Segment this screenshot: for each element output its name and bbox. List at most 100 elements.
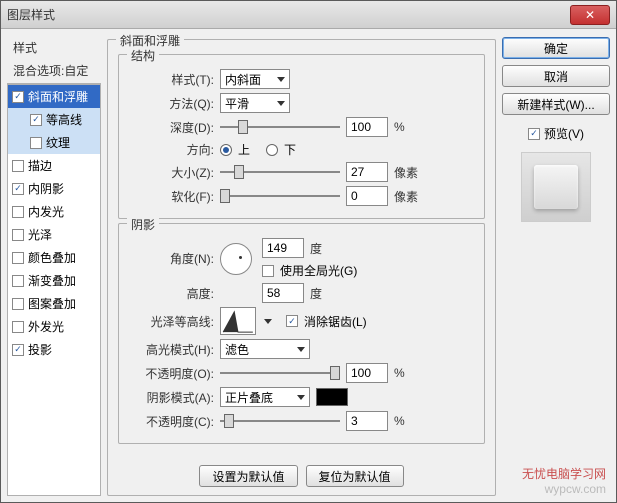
shadow-mode-label: 阴影模式(A):	[129, 389, 214, 406]
style-item-checkbox[interactable]	[12, 160, 24, 172]
antialias-checkbox[interactable]	[286, 315, 298, 327]
style-item-checkbox[interactable]	[12, 183, 24, 195]
new-style-button[interactable]: 新建样式(W)...	[502, 93, 610, 115]
style-item-checkbox[interactable]	[30, 137, 42, 149]
style-item-checkbox[interactable]	[12, 91, 24, 103]
style-item[interactable]: 光泽	[8, 223, 100, 246]
direction-label: 方向:	[129, 141, 214, 158]
style-item-checkbox[interactable]	[12, 321, 24, 333]
highlight-mode-label: 高光模式(H):	[129, 341, 214, 358]
style-item-checkbox[interactable]	[12, 298, 24, 310]
depth-slider[interactable]	[220, 119, 340, 135]
style-item[interactable]: 内发光	[8, 200, 100, 223]
altitude-unit: 度	[310, 285, 322, 302]
global-light-checkbox[interactable]	[262, 265, 274, 277]
style-item-checkbox[interactable]	[12, 344, 24, 356]
soften-unit: 像素	[394, 188, 418, 205]
shadow-opacity-label: 不透明度(C):	[129, 413, 214, 430]
style-item[interactable]: 颜色叠加	[8, 246, 100, 269]
chevron-down-icon	[277, 77, 285, 82]
style-item-label: 等高线	[46, 111, 82, 128]
style-dropdown[interactable]: 内斜面	[220, 69, 290, 89]
style-item-label: 纹理	[46, 134, 70, 151]
style-value: 内斜面	[225, 71, 261, 88]
direction-up-label: 上	[238, 141, 250, 158]
style-item[interactable]: 外发光	[8, 315, 100, 338]
style-item[interactable]: 图案叠加	[8, 292, 100, 315]
chevron-down-icon[interactable]	[264, 319, 272, 324]
style-item-label: 内阴影	[28, 180, 64, 197]
antialias-label: 消除锯齿(L)	[304, 313, 367, 330]
size-unit: 像素	[394, 164, 418, 181]
shadow-color-swatch[interactable]	[316, 388, 348, 406]
close-button[interactable]: ✕	[570, 5, 610, 25]
size-slider[interactable]	[220, 164, 340, 180]
cancel-button[interactable]: 取消	[502, 65, 610, 87]
soften-slider[interactable]	[220, 188, 340, 204]
style-item-label: 光泽	[28, 226, 52, 243]
style-item-label: 颜色叠加	[28, 249, 76, 266]
soften-label: 软化(F):	[129, 188, 214, 205]
style-item[interactable]: 等高线	[8, 108, 100, 131]
angle-label: 角度(N):	[129, 250, 214, 267]
chevron-down-icon	[277, 101, 285, 106]
depth-input[interactable]	[346, 117, 388, 137]
style-item[interactable]: 渐变叠加	[8, 269, 100, 292]
close-icon: ✕	[585, 8, 595, 22]
direction-up-radio[interactable]	[220, 144, 232, 156]
shadow-opacity-slider[interactable]	[220, 413, 340, 429]
style-item-label: 渐变叠加	[28, 272, 76, 289]
style-item-label: 图案叠加	[28, 295, 76, 312]
style-item-checkbox[interactable]	[12, 229, 24, 241]
gloss-contour-label: 光泽等高线:	[129, 313, 214, 330]
size-input[interactable]	[346, 162, 388, 182]
style-item-checkbox[interactable]	[12, 252, 24, 264]
content: 样式 混合选项:自定 斜面和浮雕等高线纹理描边内阴影内发光光泽颜色叠加渐变叠加图…	[1, 29, 616, 502]
style-item-checkbox[interactable]	[12, 275, 24, 287]
highlight-opacity-label: 不透明度(O):	[129, 365, 214, 382]
direction-down-radio[interactable]	[266, 144, 278, 156]
highlight-opacity-unit: %	[394, 366, 405, 380]
style-item[interactable]: 投影	[8, 338, 100, 361]
style-item-label: 斜面和浮雕	[28, 88, 88, 105]
style-item-checkbox[interactable]	[12, 206, 24, 218]
shadow-mode-value: 正片叠底	[225, 389, 273, 406]
technique-dropdown[interactable]: 平滑	[220, 93, 290, 113]
style-item-label: 描边	[28, 157, 52, 174]
bottom-buttons: 设置为默认值 复位为默认值	[118, 459, 485, 487]
make-default-button[interactable]: 设置为默认值	[199, 465, 297, 487]
style-item-checkbox[interactable]	[30, 114, 42, 126]
shadow-mode-dropdown[interactable]: 正片叠底	[220, 387, 310, 407]
highlight-opacity-slider[interactable]	[220, 365, 340, 381]
ok-button[interactable]: 确定	[502, 37, 610, 59]
angle-control[interactable]	[220, 243, 252, 275]
reset-default-button[interactable]: 复位为默认值	[306, 465, 404, 487]
style-item[interactable]: 纹理	[8, 131, 100, 154]
style-item[interactable]: 斜面和浮雕	[8, 85, 100, 108]
style-item-label: 外发光	[28, 318, 64, 335]
preview-thumbnail	[521, 152, 591, 222]
highlight-opacity-input[interactable]	[346, 363, 388, 383]
style-item-label: 内发光	[28, 203, 64, 220]
technique-label: 方法(Q):	[129, 95, 214, 112]
depth-label: 深度(D):	[129, 119, 214, 136]
style-item[interactable]: 内阴影	[8, 177, 100, 200]
soften-input[interactable]	[346, 186, 388, 206]
preview-checkbox[interactable]	[528, 128, 540, 140]
styles-panel: 样式 混合选项:自定 斜面和浮雕等高线纹理描边内阴影内发光光泽颜色叠加渐变叠加图…	[7, 35, 101, 496]
shadow-opacity-input[interactable]	[346, 411, 388, 431]
blend-options-header[interactable]: 混合选项:自定	[7, 60, 101, 84]
global-light-label: 使用全局光(G)	[280, 262, 357, 279]
titlebar: 图层样式 ✕	[1, 1, 616, 29]
gloss-contour-picker[interactable]	[220, 307, 256, 335]
structure-group: 结构 样式(T): 内斜面 方法(Q): 平滑	[118, 54, 485, 219]
technique-value: 平滑	[225, 95, 249, 112]
styles-header[interactable]: 样式	[7, 35, 101, 60]
style-item[interactable]: 描边	[8, 154, 100, 177]
bevel-emboss-group: 斜面和浮雕 结构 样式(T): 内斜面 方法(Q): 平滑	[107, 39, 496, 496]
chevron-down-icon	[297, 347, 305, 352]
highlight-mode-dropdown[interactable]: 滤色	[220, 339, 310, 359]
altitude-input[interactable]	[262, 283, 304, 303]
angle-input[interactable]	[262, 238, 304, 258]
shadow-opacity-unit: %	[394, 414, 405, 428]
